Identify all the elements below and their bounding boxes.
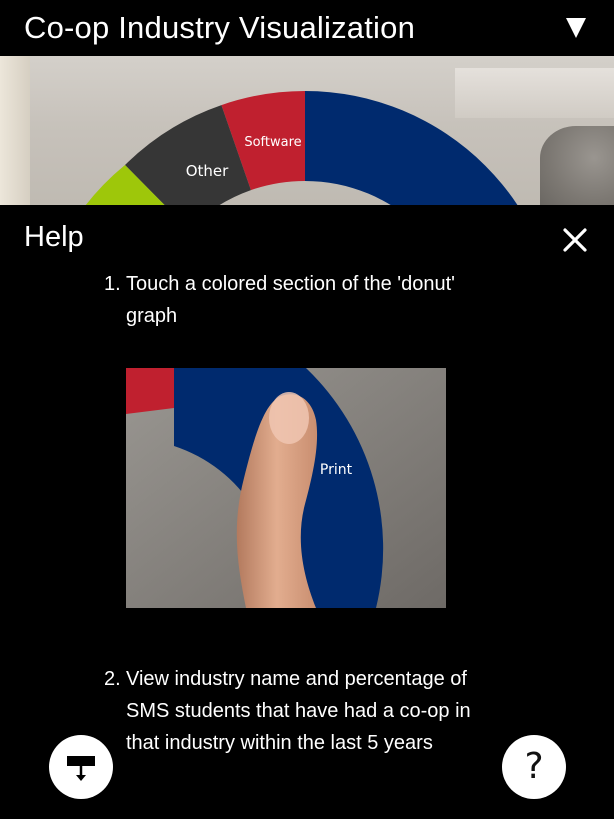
app-title: Co-op Industry Visualization (24, 10, 416, 45)
filter-button[interactable] (49, 735, 113, 799)
help-step-2: 2. View industry name and percentage of … (104, 663, 488, 759)
donut-label-other: Other (186, 162, 229, 180)
app-window: Co-op Industry Visualization Software Ot… (0, 0, 614, 819)
fingernail (269, 392, 309, 444)
close-icon[interactable] (562, 227, 588, 253)
top-bar: Co-op Industry Visualization (0, 0, 614, 56)
finger-touch-illustration: Print (126, 368, 446, 608)
demo-segment-software (126, 368, 174, 414)
help-button[interactable]: ? (502, 735, 566, 799)
filter-download-icon (67, 756, 95, 781)
demo-label-print: Print (320, 462, 353, 478)
donut-segment-print[interactable] (305, 91, 560, 206)
help-panel: Help 1. Touch a colored section of the '… (0, 205, 614, 819)
question-icon: ? (524, 746, 544, 787)
donut-label-software: Software (244, 135, 301, 150)
help-title: Help (24, 221, 84, 253)
step-number: 1. (104, 273, 121, 295)
step-text: Touch a colored section of the 'donut' g… (126, 273, 455, 327)
help-step-1: 1. Touch a colored section of the 'donut… (104, 268, 494, 332)
donut-chart: Software Other (85, 91, 560, 206)
triangle-down-icon[interactable] (558, 10, 594, 46)
help-demo-image: Print (126, 368, 446, 608)
chart-background: Software Other (0, 56, 614, 206)
step-text: View industry name and percentage of SMS… (126, 668, 471, 754)
step-number: 2. (104, 668, 121, 690)
